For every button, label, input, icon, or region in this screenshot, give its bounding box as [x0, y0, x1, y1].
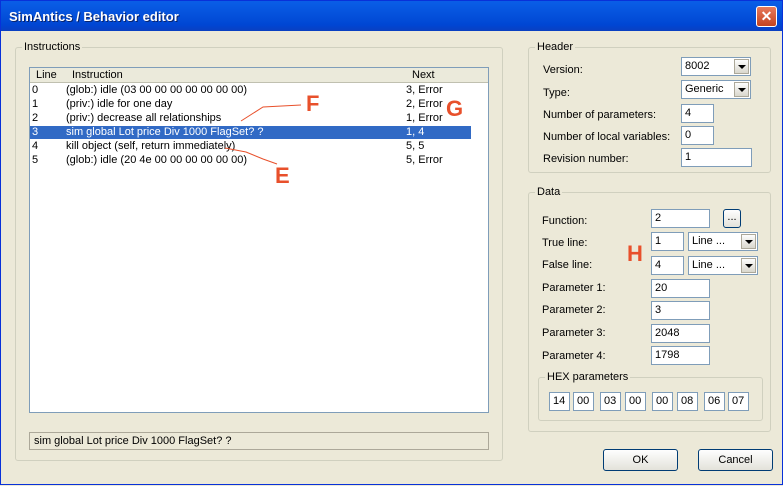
version-value: 8002: [685, 60, 710, 72]
true-line-input[interactable]: 1: [651, 232, 684, 251]
chevron-down-icon[interactable]: [734, 59, 749, 74]
num-locals-label: Number of local variables:: [543, 131, 671, 143]
function-browse-button[interactable]: ...: [723, 209, 741, 228]
chevron-down-icon[interactable]: [734, 82, 749, 97]
param3-input[interactable]: 2048: [651, 324, 710, 343]
revision-input[interactable]: 1: [681, 148, 752, 167]
hex-parameters-label: HEX parameters: [547, 371, 629, 383]
true-line-select[interactable]: Line ...: [688, 232, 758, 251]
false-line-label: False line:: [542, 259, 593, 271]
function-label: Function:: [542, 215, 588, 227]
revision-label: Revision number:: [543, 153, 629, 165]
chevron-down-icon[interactable]: [741, 258, 756, 273]
type-label: Type:: [543, 87, 570, 99]
param1-input[interactable]: 20: [651, 279, 710, 298]
num-params-label: Number of parameters:: [543, 109, 657, 121]
hex-byte-input[interactable]: 08: [677, 392, 698, 411]
true-line-label: True line:: [542, 237, 588, 249]
hex-byte-input[interactable]: 00: [652, 392, 673, 411]
hex-byte-input[interactable]: 07: [728, 392, 749, 411]
hex-byte-input[interactable]: 03: [600, 392, 621, 411]
ok-button[interactable]: OK: [603, 449, 678, 471]
chevron-down-icon[interactable]: [741, 234, 756, 249]
param2-label: Parameter 2:: [542, 304, 606, 316]
false-line-select[interactable]: Line ...: [688, 256, 758, 275]
param4-label: Parameter 4:: [542, 350, 606, 362]
annotation-marker-f: F: [306, 91, 320, 116]
behavior-editor-window: SimAntics / Behavior editor ✕ Instructio…: [0, 0, 783, 485]
function-input[interactable]: 2: [651, 209, 710, 228]
hex-byte-input[interactable]: 00: [573, 392, 594, 411]
version-label: Version:: [543, 64, 583, 76]
false-line-input[interactable]: 4: [651, 256, 684, 275]
hex-byte-input[interactable]: 14: [549, 392, 570, 411]
annotation-marker-e: E: [275, 163, 290, 188]
param3-label: Parameter 3:: [542, 327, 606, 339]
false-line-combo-value: Line ...: [692, 259, 726, 271]
param1-label: Parameter 1:: [542, 282, 606, 294]
cancel-button[interactable]: Cancel: [698, 449, 773, 471]
param2-input[interactable]: 3: [651, 301, 710, 320]
num-params-input[interactable]: 4: [681, 104, 714, 123]
data-group-label: Data: [537, 186, 561, 198]
version-select[interactable]: 8002: [681, 57, 751, 76]
type-value: Generic: [685, 83, 724, 95]
annotation-marker-g: G: [446, 96, 464, 121]
num-locals-input[interactable]: 0: [681, 126, 714, 145]
hex-byte-input[interactable]: 00: [625, 392, 646, 411]
header-group-label: Header: [537, 41, 574, 53]
hex-byte-input[interactable]: 06: [704, 392, 725, 411]
param4-input[interactable]: 1798: [651, 346, 710, 365]
type-select[interactable]: Generic: [681, 80, 751, 99]
true-line-combo-value: Line ...: [692, 235, 726, 247]
